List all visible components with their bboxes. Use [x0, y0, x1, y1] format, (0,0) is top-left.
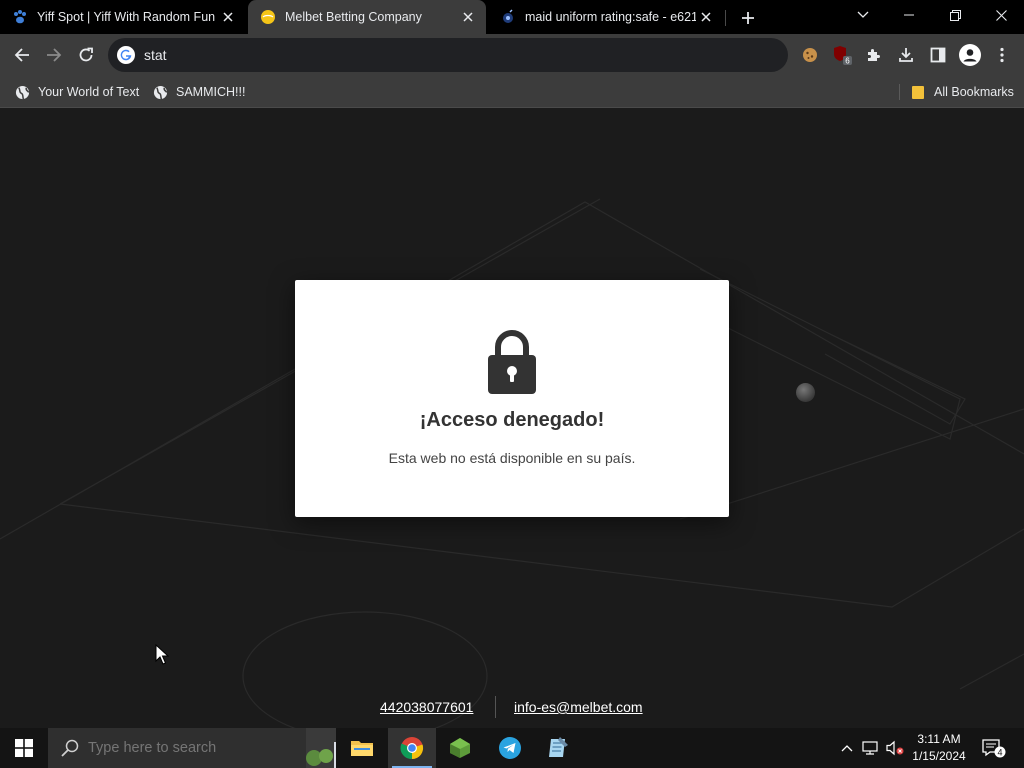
downloads-icon[interactable]	[892, 41, 920, 69]
bookmark-label: Your World of Text	[38, 85, 140, 99]
tab-search-chevron-icon[interactable]	[840, 0, 886, 30]
network-icon[interactable]	[860, 728, 882, 768]
windows-logo-icon	[15, 739, 33, 757]
notification-count: 4	[997, 748, 1002, 758]
globe-icon	[152, 84, 168, 100]
minecraft-launcher-icon[interactable]	[436, 728, 484, 768]
close-tab-icon[interactable]	[696, 7, 716, 27]
clock-date: 1/15/2024	[912, 749, 966, 763]
browser-toolbar: 6	[0, 34, 1024, 76]
bookmark-sammich[interactable]: SAMMICH!!!	[152, 81, 245, 103]
close-window-button[interactable]	[978, 0, 1024, 30]
back-button[interactable]	[7, 40, 37, 70]
address-bar[interactable]	[108, 38, 788, 72]
restore-button[interactable]	[932, 0, 978, 30]
lock-icon	[488, 330, 536, 394]
forward-button[interactable]	[39, 40, 69, 70]
bookmark-divider	[899, 84, 900, 100]
side-panel-icon[interactable]	[924, 41, 952, 69]
cookie-extension-icon[interactable]	[796, 41, 824, 69]
e621-icon	[500, 9, 516, 25]
windows-taskbar: 3:11 AM 1/15/2024 4	[0, 728, 1024, 768]
access-denied-message: Esta web no está disponible en su país.	[388, 450, 636, 466]
phone-link[interactable]: 442038077601	[380, 699, 473, 715]
close-tab-icon[interactable]	[218, 7, 238, 27]
system-clock[interactable]: 3:11 AM 1/15/2024	[908, 731, 970, 765]
tab-melbet[interactable]: Melbet Betting Company	[248, 0, 486, 34]
bookmarks-bar: Your World of Text SAMMICH!!! All Bookma…	[0, 76, 1024, 108]
tab-strip: Yiff Spot | Yiff With Random Fun Melbet …	[0, 0, 1024, 34]
file-explorer-icon[interactable]	[338, 728, 386, 768]
start-button[interactable]	[0, 728, 48, 768]
page-content: ¡Acceso denegado! Esta web no está dispo…	[0, 109, 1024, 728]
bookmark-your-world-of-text[interactable]: Your World of Text	[14, 81, 139, 103]
extensions-puzzle-icon[interactable]	[860, 41, 888, 69]
extension-badge: 6	[845, 57, 850, 66]
tab-title: maid uniform rating:safe - e621	[525, 10, 696, 24]
close-tab-icon[interactable]	[458, 7, 478, 27]
google-icon	[117, 46, 135, 64]
all-bookmarks-label: All Bookmarks	[934, 85, 1014, 99]
bookmark-label: SAMMICH!!!	[176, 85, 246, 99]
mouse-cursor-icon	[155, 644, 169, 665]
minimize-button[interactable]	[886, 0, 932, 30]
email-link[interactable]: info-es@melbet.com	[514, 699, 643, 715]
search-input[interactable]	[88, 740, 248, 756]
access-denied-modal: ¡Acceso denegado! Esta web no está dispo…	[295, 280, 729, 517]
globe-icon	[14, 84, 30, 100]
folder-icon	[910, 84, 926, 100]
tab-title: Yiff Spot | Yiff With Random Fun	[37, 10, 216, 24]
tab-title: Melbet Betting Company	[285, 10, 422, 24]
notepad-icon[interactable]	[534, 728, 582, 768]
ublock-origin-icon[interactable]: 6	[828, 41, 856, 69]
footer-divider	[495, 696, 496, 718]
reload-button[interactable]	[71, 40, 101, 70]
taskbar-search-box[interactable]	[48, 728, 336, 768]
melbet-ball-icon	[260, 9, 276, 25]
new-tab-button[interactable]	[736, 6, 760, 30]
address-input[interactable]	[144, 47, 744, 63]
tab-yiff-spot[interactable]: Yiff Spot | Yiff With Random Fun	[0, 0, 246, 34]
paw-icon	[12, 9, 28, 25]
volume-muted-icon[interactable]	[884, 728, 906, 768]
all-bookmarks-button[interactable]: All Bookmarks	[910, 81, 1014, 103]
menu-kebab-icon[interactable]	[988, 41, 1016, 69]
ball-decoration	[796, 383, 815, 402]
show-hidden-icons-chevron[interactable]	[836, 728, 858, 768]
profile-avatar-icon[interactable]	[956, 41, 984, 69]
telegram-icon[interactable]	[486, 728, 534, 768]
notification-icon: 4	[982, 739, 1006, 758]
notification-center-button[interactable]: 4	[976, 728, 1010, 768]
contact-footer: 442038077601 info-es@melbet.com	[0, 696, 1024, 719]
search-highlight-illustration	[306, 728, 336, 768]
tab-divider	[725, 10, 726, 26]
clock-time: 3:11 AM	[917, 732, 961, 746]
tab-e621[interactable]: maid uniform rating:safe - e621	[488, 0, 724, 34]
chrome-taskbar-icon[interactable]	[388, 728, 436, 768]
access-denied-heading: ¡Acceso denegado!	[419, 409, 605, 431]
search-icon	[61, 739, 79, 757]
